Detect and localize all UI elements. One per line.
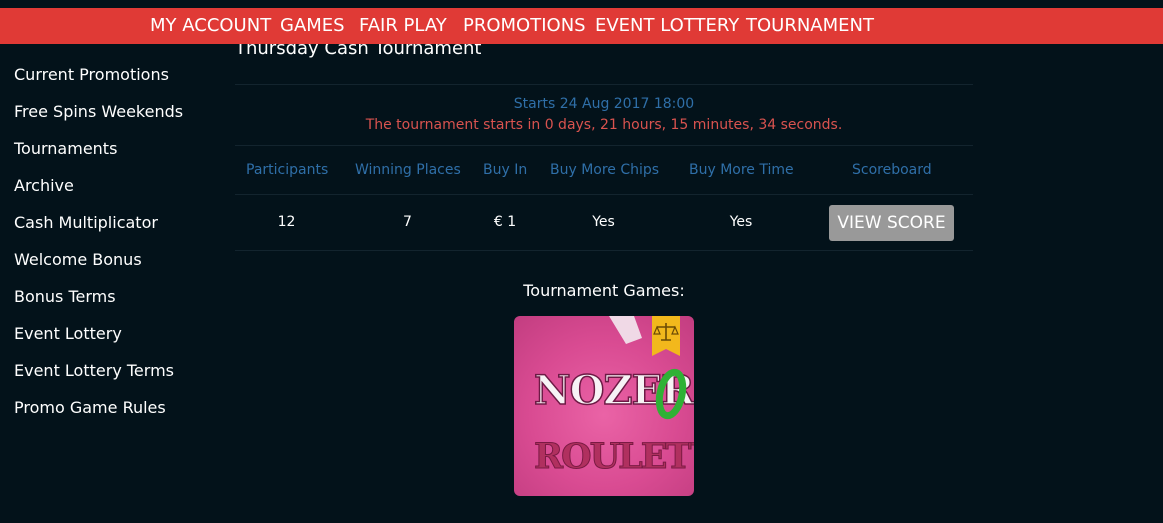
nav-games[interactable]: GAMES [280, 8, 345, 44]
nav-event-lottery[interactable]: EVENT LOTTERY [595, 8, 739, 44]
nav-promotions[interactable]: PROMOTIONS [463, 8, 586, 44]
divider [235, 84, 973, 85]
value-buy-in: € 1 [493, 214, 517, 230]
sidebar-item-event-lottery-terms[interactable]: Event Lottery Terms [14, 360, 174, 397]
nav-tournament[interactable]: TOURNAMENT [746, 8, 874, 44]
game-artwork: NOZERO ROULETTE [533, 316, 694, 478]
header-buy-more-chips: Buy More Chips [550, 162, 660, 178]
game-title-line2: ROULETTE [534, 436, 694, 477]
top-strip [0, 0, 1163, 8]
header-scoreboard: Scoreboard [852, 162, 932, 178]
sidebar-item-cash-multiplicator[interactable]: Cash Multiplicator [14, 212, 158, 249]
sidebar-item-tournaments[interactable]: Tournaments [14, 138, 117, 175]
view-score-button[interactable]: VIEW SCORE [829, 205, 954, 241]
start-time: Starts 24 Aug 2017 18:00 [513, 96, 695, 112]
nav-fair-play[interactable]: FAIR PLAY [359, 8, 447, 44]
divider [235, 145, 973, 146]
header-winning-places: Winning Places [355, 162, 461, 178]
header-buy-more-time: Buy More Time [689, 162, 794, 178]
divider [235, 250, 973, 251]
sidebar-item-free-spins-weekends[interactable]: Free Spins Weekends [14, 101, 183, 138]
nav-my-account[interactable]: MY ACCOUNT [150, 8, 271, 44]
game-tile-nozero-roulette[interactable]: NOZERO ROULETTE [514, 316, 694, 496]
scales-icon [652, 316, 680, 356]
countdown-text: The tournament starts in 0 days, 21 hour… [365, 117, 843, 133]
glove-shape [609, 316, 642, 344]
header-participants: Participants [246, 162, 329, 178]
value-participants: 12 [277, 214, 296, 230]
sidebar-item-bonus-terms[interactable]: Bonus Terms [14, 286, 116, 323]
value-buy-more-chips: Yes [592, 214, 615, 230]
value-buy-more-time: Yes [729, 214, 753, 230]
sidebar-item-promo-game-rules[interactable]: Promo Game Rules [14, 397, 166, 434]
sidebar-item-event-lottery[interactable]: Event Lottery [14, 323, 122, 360]
divider [235, 194, 973, 195]
sidebar-item-current-promotions[interactable]: Current Promotions [14, 64, 169, 101]
main-nav: MY ACCOUNT GAMES FAIR PLAY PROMOTIONS EV… [0, 8, 1163, 44]
sidebar-item-archive[interactable]: Archive [14, 175, 74, 212]
tournament-games-label: Tournament Games: [523, 281, 685, 300]
header-buy-in: Buy In [483, 162, 528, 178]
value-winning-places: 7 [403, 214, 412, 230]
sidebar-item-welcome-bonus[interactable]: Welcome Bonus [14, 249, 142, 286]
